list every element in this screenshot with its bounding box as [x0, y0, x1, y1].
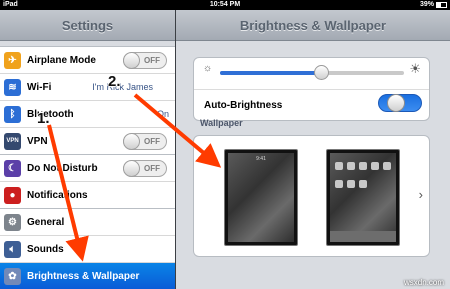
- gear-icon: ⚙: [4, 214, 21, 231]
- auto-brightness-toggle[interactable]: ON: [378, 94, 422, 112]
- bluetooth-value: On: [156, 109, 169, 119]
- wifi-network-value: I'm Rick James: [92, 82, 153, 92]
- battery-percent: 39%: [419, 1, 434, 8]
- brightness-high-icon: ☀: [409, 61, 421, 76]
- sidebar-item-do-not-disturb[interactable]: ☾ Do Not Disturb OFF: [0, 155, 175, 182]
- sidebar-item-label: Bluetooth: [27, 109, 74, 120]
- page-title: Brightness & Wallpaper: [176, 10, 450, 41]
- sidebar-item-label: Sounds: [27, 244, 64, 255]
- wallpaper-section-header: Wallpaper: [200, 118, 243, 128]
- wifi-icon: ≋: [4, 79, 21, 96]
- settings-group-general: ⚙ General 🔈︎ Sounds ✿ Brightness & Wallp…: [0, 208, 175, 289]
- bluetooth-icon: ᛒ: [4, 106, 21, 123]
- do-not-disturb-toggle[interactable]: OFF: [123, 160, 167, 177]
- sidebar-item-airplane-mode[interactable]: ✈ Airplane Mode OFF: [0, 47, 175, 74]
- sidebar-item-wifi[interactable]: ≋ Wi-Fi I'm Rick James: [0, 74, 175, 101]
- sidebar-item-label: Wi-Fi: [27, 82, 52, 93]
- brightness-slider-knob[interactable]: [314, 65, 330, 80]
- clock: 10:54 PM: [209, 1, 241, 8]
- sidebar-item-notifications[interactable]: ● Notifications: [0, 182, 175, 209]
- brightness-low-icon: ☼: [203, 63, 213, 74]
- settings-sidebar: Settings ✈ Airplane Mode OFF ≋ Wi-Fi I'm…: [0, 10, 175, 289]
- brightness-card: ☼ ☀ Auto-Brightness ON: [193, 57, 430, 121]
- sidebar-title: Settings: [0, 10, 175, 41]
- wallpaper-icon: ✿: [4, 268, 21, 285]
- speaker-icon: 🔈︎: [4, 241, 21, 258]
- watermark: wsxdn.com: [403, 278, 444, 287]
- sidebar-item-bluetooth[interactable]: ᛒ Bluetooth On: [0, 101, 175, 128]
- battery-icon: [436, 2, 447, 8]
- lock-screen-wallpaper-thumbnail[interactable]: 9:41: [224, 149, 298, 246]
- sidebar-item-label: VPN: [27, 136, 48, 147]
- status-bar: iPad 10:54 PM 39%: [0, 0, 450, 10]
- brightness-slider[interactable]: [220, 65, 404, 80]
- app-icons-grid: [333, 159, 393, 195]
- sidebar-item-sounds[interactable]: 🔈︎ Sounds: [0, 236, 175, 263]
- dock: [330, 231, 396, 242]
- sidebar-item-general[interactable]: ⚙ General: [0, 209, 175, 236]
- lock-screen-clock: 9:41: [256, 156, 266, 162]
- chevron-right-icon: ›: [418, 187, 423, 202]
- detail-pane: Brightness & Wallpaper ☼ ☀ Auto-Brightne…: [176, 10, 450, 289]
- brightness-slider-fill: [220, 71, 322, 75]
- airplane-icon: ✈: [4, 52, 21, 69]
- sidebar-item-label: Brightness & Wallpaper: [27, 271, 140, 282]
- wallpaper-card[interactable]: 9:41 ›: [193, 135, 430, 257]
- sidebar-item-brightness-wallpaper[interactable]: ✿ Brightness & Wallpaper: [0, 263, 175, 289]
- vpn-icon: VPN: [4, 133, 21, 150]
- auto-brightness-label: Auto-Brightness: [204, 100, 283, 111]
- notifications-icon: ●: [4, 187, 21, 204]
- moon-icon: ☾: [4, 160, 21, 177]
- sidebar-item-vpn[interactable]: VPN VPN OFF: [0, 128, 175, 155]
- settings-group-connectivity: ✈ Airplane Mode OFF ≋ Wi-Fi I'm Rick Jam…: [0, 46, 175, 156]
- step-2-annotation: 2.: [108, 73, 121, 90]
- airplane-mode-toggle[interactable]: OFF: [123, 52, 167, 69]
- sidebar-item-label: Notifications: [27, 190, 88, 201]
- sidebar-item-label: General: [27, 217, 65, 228]
- step-1-annotation: 1.: [37, 110, 50, 127]
- home-screen-wallpaper-thumbnail[interactable]: [326, 149, 400, 246]
- sidebar-item-label: Do Not Disturb: [27, 163, 98, 174]
- vpn-toggle[interactable]: OFF: [123, 133, 167, 150]
- sidebar-item-label: Airplane Mode: [27, 55, 96, 66]
- settings-group-notifications: ☾ Do Not Disturb OFF ● Notifications: [0, 154, 175, 210]
